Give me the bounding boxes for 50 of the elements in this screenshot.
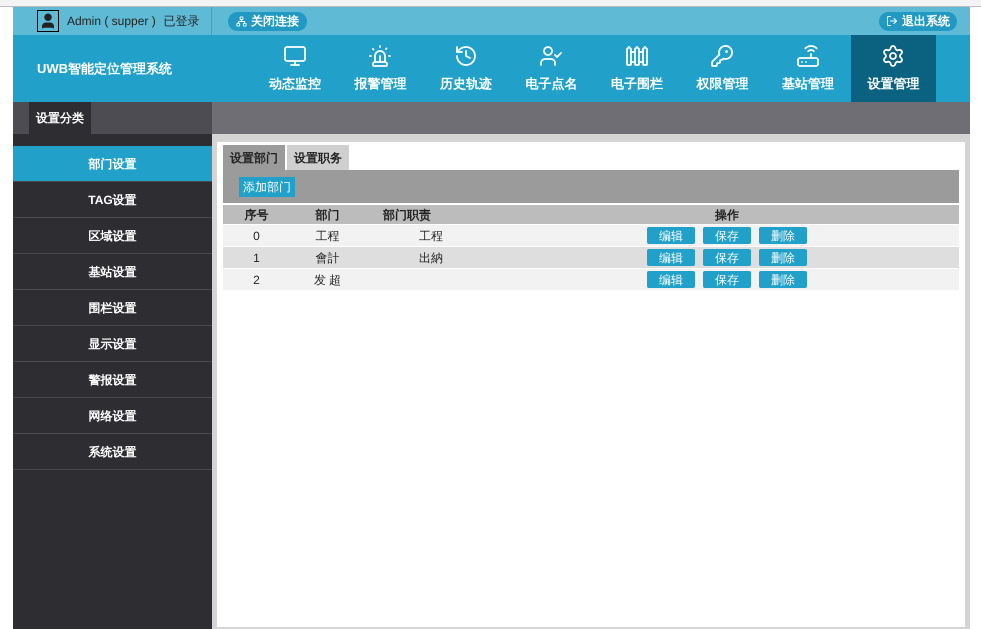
nav-tab[interactable]: 历史轨迹 (423, 35, 508, 102)
login-status: 已登录 (164, 13, 200, 30)
table-cell-text: 工程 (419, 228, 443, 244)
monitor-icon (282, 44, 307, 68)
table-cell-text: 2 (253, 272, 260, 288)
key-icon (710, 44, 734, 68)
nav-tab[interactable]: 电子点名 (508, 35, 594, 102)
table-cell-text: 发 超 (314, 272, 342, 288)
column-header: 部门职责 (383, 206, 431, 224)
action-button[interactable]: 删除 (759, 271, 807, 288)
table-cell-text: 1 (253, 250, 260, 266)
tab[interactable]: 设置部门 (223, 145, 285, 170)
person-check-icon (539, 44, 564, 68)
nav-tab[interactable]: 电子围栏 (594, 35, 680, 102)
nav-tab[interactable]: 基站管理 (765, 35, 850, 102)
router-icon (796, 44, 820, 68)
settings-icon (881, 44, 906, 68)
action-button[interactable]: 保存 (703, 271, 751, 288)
add-department-button[interactable]: 添加部门 (239, 176, 295, 196)
nav-tab[interactable]: 动态监控 (252, 35, 338, 102)
column-header: 部门 (316, 206, 340, 224)
action-button[interactable]: 删除 (759, 249, 807, 266)
sidebar-item[interactable]: 部门设置 (13, 146, 212, 182)
avatar-icon (37, 10, 59, 32)
action-button[interactable]: 编辑 (647, 227, 695, 244)
nav-tab[interactable]: 权限管理 (680, 35, 765, 102)
app-title: UWB智能定位管理系统 (36, 60, 174, 78)
table-cell-text: 0 (253, 228, 260, 244)
column-header: 操作 (715, 206, 739, 224)
action-button[interactable]: 编辑 (647, 249, 695, 266)
fence-icon (624, 44, 649, 68)
disconnect-button[interactable]: 关闭连接 (228, 12, 307, 30)
action-button[interactable]: 编辑 (647, 271, 695, 288)
nav-tab[interactable]: 报警管理 (338, 35, 423, 102)
logout-icon (886, 15, 898, 27)
column-header: 序号 (244, 206, 268, 224)
nav-tab[interactable]: 设置管理 (850, 35, 936, 102)
network-icon (236, 16, 247, 26)
tab[interactable]: 设置职务 (287, 145, 349, 170)
sidebar-title: 设置分类 (29, 102, 91, 134)
user-name: Admin ( supper ) (67, 13, 156, 30)
action-button[interactable]: 保存 (703, 249, 751, 266)
table-cell-text: 工程 (316, 228, 340, 244)
table-cell-text: 會計 (316, 250, 340, 266)
table-cell-text: 出納 (419, 250, 443, 266)
action-button[interactable]: 保存 (703, 227, 751, 244)
logout-button[interactable]: 退出系统 (879, 12, 957, 30)
siren-icon (368, 44, 392, 68)
clock-icon (454, 44, 478, 68)
action-button[interactable]: 删除 (759, 227, 807, 244)
